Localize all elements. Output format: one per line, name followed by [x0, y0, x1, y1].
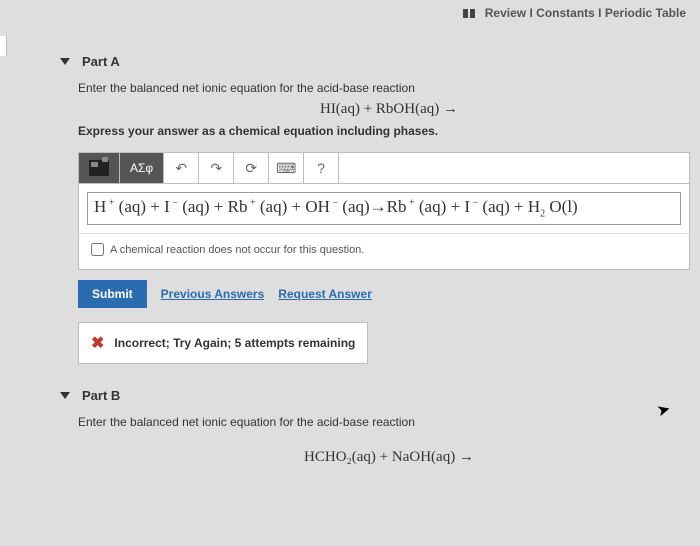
part-a-prompt: Enter the balanced net ionic equation fo… [78, 81, 700, 95]
review-link[interactable]: Review [485, 6, 526, 20]
flag-icon [463, 9, 475, 18]
formula-toolbar: ΑΣφ ↶ ↷ ⟳ ⌨ ? [79, 153, 689, 184]
part-b-title: Part B [82, 388, 120, 403]
feedback-box: ✖ Incorrect; Try Again; 5 attempts remai… [78, 322, 368, 364]
constants-link[interactable]: Constants [536, 6, 595, 20]
greek-button[interactable]: ΑΣφ [120, 153, 164, 183]
feedback-text: Incorrect; Try Again; 5 attempts remaini… [114, 336, 355, 350]
answer-row: H + (aq) + I − (aq) + Rb + (aq) + OH − (… [79, 184, 689, 233]
part-a-header[interactable]: Part A [60, 54, 700, 69]
template-icon [89, 160, 109, 176]
part-b-header[interactable]: Part B [60, 388, 700, 403]
part-b-body: Enter the balanced net ionic equation fo… [60, 403, 700, 466]
caret-down-icon [60, 58, 70, 65]
sep: I [529, 6, 532, 20]
template-button[interactable] [79, 153, 120, 183]
no-reaction-row[interactable]: A chemical reaction does not occur for t… [79, 233, 689, 269]
help-button[interactable]: ? [304, 153, 339, 183]
no-reaction-checkbox[interactable] [91, 243, 104, 256]
no-reaction-label: A chemical reaction does not occur for t… [110, 244, 364, 256]
periodic-table-link[interactable]: Periodic Table [605, 6, 686, 20]
incorrect-x-icon: ✖ [91, 333, 104, 353]
part-a-given-equation: HI(aq) + RbOH(aq) → [78, 101, 700, 118]
undo-button[interactable]: ↶ [164, 153, 199, 183]
caret-down-icon [60, 392, 70, 399]
redo-button[interactable]: ↷ [199, 153, 234, 183]
submit-button[interactable]: Submit [78, 280, 147, 308]
reset-button[interactable]: ⟳ [234, 153, 269, 183]
action-row: Submit Previous Answers Request Answer [78, 280, 700, 308]
answer-input[interactable]: H + (aq) + I − (aq) + Rb + (aq) + OH − (… [87, 192, 681, 225]
answer-panel: ΑΣφ ↶ ↷ ⟳ ⌨ ? H + (aq) + I − (aq) + Rb +… [78, 152, 690, 270]
part-b-prompt: Enter the balanced net ionic equation fo… [78, 415, 700, 429]
page-edge-stub [0, 36, 7, 56]
part-b-given-equation: HCHO₂(aq) + NaOH(aq) → [78, 449, 700, 466]
previous-answers-link[interactable]: Previous Answers [161, 287, 265, 301]
sep: I [598, 6, 601, 20]
part-a-title: Part A [82, 54, 120, 69]
top-links-bar: Review I Constants I Periodic Table [0, 0, 700, 20]
part-a-instruction: Express your answer as a chemical equati… [78, 124, 700, 138]
main-content: Part A Enter the balanced net ionic equa… [0, 20, 700, 466]
request-answer-link[interactable]: Request Answer [278, 287, 372, 301]
keyboard-button[interactable]: ⌨ [269, 153, 304, 183]
part-a-body: Enter the balanced net ionic equation fo… [60, 69, 700, 364]
